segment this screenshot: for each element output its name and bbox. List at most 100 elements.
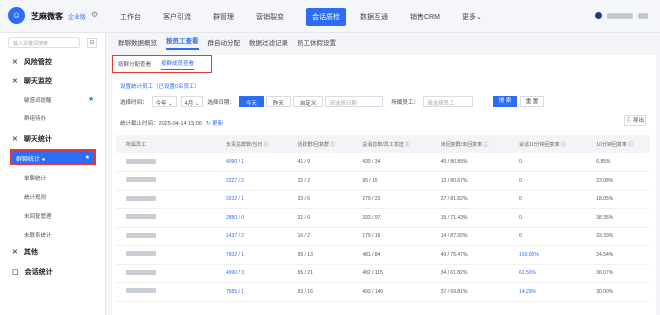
stat-time: 统计截止时间：2025-04-14 15:06 ↻ 更新 [120,121,224,127]
nav-item[interactable]: 数据互通 [360,12,388,22]
year-select[interactable]: 今年 ⌄ [151,96,177,107]
table-cell[interactable]: 2032 / 1 [216,190,288,209]
table-cell[interactable]: 2880 / 0 [216,208,288,228]
month-select[interactable]: 4月 ⌄ [180,96,204,107]
staff-cell [116,153,216,172]
sidebar-section-stats[interactable]: ✕ 聊天统计 [12,134,52,144]
table-cell: 0 [509,190,587,209]
collapse-icon[interactable]: ⊟ [87,38,97,48]
redacted-name [126,177,156,183]
column-header[interactable]: 会话10分钟回复率 ⓘ [509,135,587,153]
set-staff-link[interactable]: 设置统计员工（已设置0名员工） [120,82,200,90]
table-cell[interactable]: 1437 / 2 [216,227,288,246]
subtab-by-group[interactable]: 按群分配查看 [118,60,151,68]
tab-leave[interactable]: 员工休假设置 [297,37,336,47]
search-button[interactable]: 搜 索 [493,96,517,107]
redacted-name [126,251,156,257]
nav-item[interactable]: 更多⌄ [462,12,482,22]
table-cell: 41 / 9 [287,153,353,172]
sidebar-section-session[interactable]: ▢ 会话统计 [12,267,53,277]
risk-icon: ✕ [12,59,18,66]
other-icon: ✕ [12,249,18,256]
table-cell[interactable]: 7585 / 1 [216,282,288,302]
sidebar-section-other[interactable]: ✕ 其他 [12,247,38,257]
filter-bar: 选择时间： 今年 ⌄ 4月 ⌄ 选择日期： 今天 昨天 自定义 请选择日期 所属… [120,96,477,107]
nav-item[interactable]: 客户引流 [163,12,191,22]
avatar [638,12,648,19]
date-custom[interactable]: 自定义 [292,96,324,107]
session-icon: ▢ [12,269,19,276]
main-nav: 工作台 客户引流 群管理 营销裂变 会话质检 数据互通 销售CRM 更多⌄ [120,0,504,33]
sidebar-item-uncontacted[interactable]: 未联系统计 [24,231,52,239]
export-button[interactable]: ⇩ 导出 [624,115,646,126]
column-header[interactable]: 活跃群/回复群 ⓘ [287,135,353,153]
tab-by-staff[interactable]: 按员工查看 [166,35,199,50]
table-cell: 34 / 61.82% [430,264,510,283]
table-cell: 0 [509,227,587,246]
logo-icon: ☺ [8,7,25,24]
stats-table: 所属员工 负责总群数/当日 ⓘ 活跃群/回复群 ⓘ 总消息数/员工发送 ⓘ 未回… [116,135,650,302]
reset-button[interactable]: 重 置 [520,96,544,107]
nav-item-active[interactable]: 会话质检 [306,7,346,26]
vip-icon: ● [41,157,46,163]
nav-item[interactable]: 工作台 [120,12,141,22]
subtab-by-member[interactable]: 按群成员查看 [161,59,195,70]
table-cell: 16 / 2 [287,227,353,246]
table-cell: 482 / 115 [352,264,431,283]
table-cell: 150.00% [509,245,587,265]
nav-item[interactable]: 销售CRM [410,12,440,22]
table-cell[interactable]: 4090 / 1 [216,153,288,172]
account-area[interactable] [595,12,648,19]
column-header[interactable]: 未回复群/未回复率 ⓘ [430,135,510,153]
column-header[interactable]: 10分钟回复率 ⓘ [586,135,650,153]
tab-filter-log[interactable]: 数据过滤记录 [249,37,288,47]
table-cell: 0 [509,153,587,172]
table-cell[interactable]: 7932 / 1 [216,245,288,265]
redacted-name [126,269,156,275]
refresh-button[interactable]: ↻ 更新 [206,121,223,127]
date-input[interactable]: 请选择日期 [325,96,384,107]
nav-item[interactable]: 营销裂变 [256,12,284,22]
search-input[interactable]: 输入关键词搜索 [8,37,80,48]
star-icon[interactable]: ★ [88,95,94,103]
table-cell: 279 / 22 [352,190,431,209]
table-cell: 61.50% [509,264,587,283]
settings-icon[interactable]: ⚙ [91,10,98,19]
table-row: 1437 / 2 16 / 2 179 / 16 14 / 87.50% 0 33.33% [116,227,650,246]
column-header[interactable]: 总消息数/员工发送 ⓘ [352,135,431,153]
star-icon[interactable]: ★ [85,154,90,161]
sidebar-item-todo[interactable]: 群组待办 [24,114,46,122]
staff-select[interactable]: 请选择员工 [422,96,473,107]
table-cell: 15 / 71.43% [430,208,510,228]
sidebar-item-group-stats[interactable]: 群聊统计 ● ★ [10,149,96,165]
brand-name: 芝麻微客 [31,12,63,21]
table-cell: 33 / 6 [287,190,353,209]
staff-cell [116,245,216,265]
sidebar-section-risk[interactable]: ✕ 风险管控 [12,57,52,67]
redacted-name [126,214,156,220]
sidebar-section-monitor[interactable]: ✕ 聊天监控 [12,76,52,86]
table-row: 4990 / 3 55 / 21 482 / 115 34 / 61.82% 61.50… [116,264,650,283]
table-cell: 59 / 13 [287,245,353,265]
table-header: 所属员工 负责总群数/当日 ⓘ 活跃群/回复群 ⓘ 总消息数/员工发送 ⓘ 未回… [116,135,650,153]
sidebar-item-rules[interactable]: 统计规则 [24,193,46,201]
date-today[interactable]: 今天 [238,96,264,107]
top-bar: ☺ 芝麻微客 企业版 ⚙ 工作台 客户引流 群管理 营销裂变 会话质检 数据互通… [0,0,660,33]
table-cell[interactable]: 4990 / 3 [216,264,288,283]
sidebar-item-single-stats[interactable]: 单聊统计 [24,174,46,182]
nav-item[interactable]: 群管理 [213,12,234,22]
table-cell[interactable]: 2227 / 2 [216,171,288,191]
tab-auto-assign[interactable]: 群自动分配 [208,37,241,47]
main-content: 群聊数据概览 按员工查看 群自动分配 数据过滤记录 员工休假设置 按群分配查看 … [112,33,660,315]
sidebar-item-unreplied[interactable]: 未回复管理 [24,212,52,220]
column-header: 所属员工 [116,135,216,153]
table-cell: 439 / 34 [352,153,431,172]
table-row: 2227 / 2 15 / 2 95 / 15 13 / 80.67% 0 23.08% [116,171,650,191]
date-yesterday[interactable]: 昨天 [265,96,291,107]
table-cell: 18.05% [586,190,650,209]
table-cell: 38.35% [586,208,650,228]
sidebar-item-sensitive[interactable]: 敏感词提醒 [24,96,52,104]
column-header[interactable]: 负责总群数/当日 ⓘ [216,135,288,153]
tab-overview[interactable]: 群聊数据概览 [118,37,157,47]
staff-cell [116,190,216,209]
